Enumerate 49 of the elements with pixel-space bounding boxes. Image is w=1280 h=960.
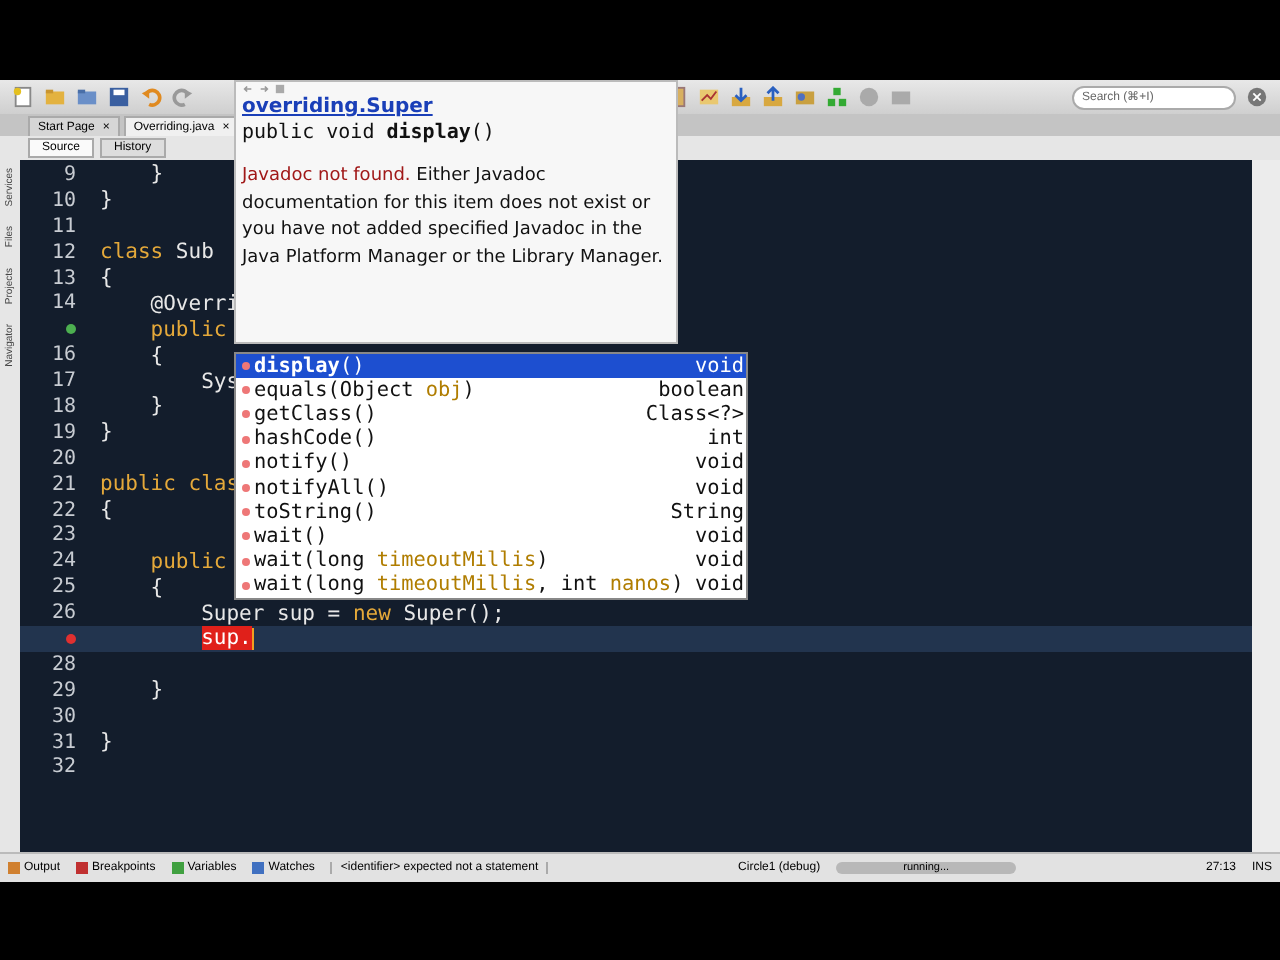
line-number: 9 bbox=[63, 163, 76, 186]
line-number: 31 bbox=[51, 731, 76, 754]
javadoc-message: Javadoc not found. Either Javadoc documentation for this item does not exist or you have not added specified Javadoc in the Java Platform Manager or the Library Manager. bbox=[242, 164, 666, 271]
line-number: 21 bbox=[51, 473, 76, 496]
completion-item[interactable]: notify() void bbox=[236, 451, 746, 476]
line-number: 28 bbox=[51, 653, 76, 676]
line-number: 14 bbox=[51, 292, 76, 315]
code-line: { bbox=[100, 498, 113, 523]
code-line: } bbox=[148, 394, 164, 419]
line-number: 11 bbox=[51, 215, 76, 238]
completion-item[interactable]: toString() String bbox=[236, 500, 746, 525]
line-number: 20 bbox=[51, 447, 76, 470]
line-number: 26 bbox=[51, 602, 76, 625]
code-line: { bbox=[148, 343, 164, 368]
code-line: { bbox=[148, 575, 164, 600]
line-number: 18 bbox=[51, 395, 76, 418]
code-line: public bbox=[148, 317, 227, 342]
method-signature: public void display() bbox=[242, 122, 497, 144]
line-number: 29 bbox=[51, 679, 76, 702]
code-line: } bbox=[100, 188, 113, 213]
line-number: 23 bbox=[51, 524, 76, 547]
line-number: 24 bbox=[51, 550, 76, 573]
line-number: 16 bbox=[51, 344, 76, 367]
completion-item[interactable]: hashCode() int bbox=[236, 427, 746, 452]
completion-item[interactable]: getClass() Class<?> bbox=[236, 402, 746, 428]
line-number: 32 bbox=[51, 756, 76, 779]
completion-item[interactable]: wait(long timeoutMillis, int nanos) void bbox=[236, 573, 746, 598]
line-number: 30 bbox=[51, 705, 76, 728]
javadoc-class-link[interactable]: overriding.Super bbox=[242, 96, 670, 118]
line-number: 25 bbox=[51, 576, 76, 599]
line-number: 19 bbox=[51, 421, 76, 444]
line-number: 10 bbox=[51, 189, 76, 212]
completion-item[interactable]: wait() void bbox=[236, 524, 746, 549]
code-line: } bbox=[100, 730, 113, 755]
code-line: } bbox=[100, 420, 113, 445]
line-number: 13 bbox=[51, 267, 76, 289]
code-line: class Sub bbox=[100, 240, 214, 265]
line-number: 22 bbox=[51, 499, 76, 522]
code-line: } bbox=[148, 162, 164, 187]
line-number: 17 bbox=[51, 370, 76, 393]
code-line: } bbox=[148, 678, 164, 703]
completion-item[interactable]: wait(long timeoutMillis) void bbox=[236, 549, 746, 574]
code-line: { bbox=[100, 266, 113, 290]
completion-item[interactable]: equals(Object obj) boolean bbox=[236, 378, 746, 403]
code-line: public bbox=[148, 549, 227, 574]
completion-item[interactable]: notifyAll() void bbox=[236, 475, 746, 501]
line-number: 12 bbox=[51, 241, 76, 264]
completion-item[interactable]: display() void bbox=[236, 354, 746, 379]
code-line: Super sup = new Super(); bbox=[199, 601, 505, 626]
